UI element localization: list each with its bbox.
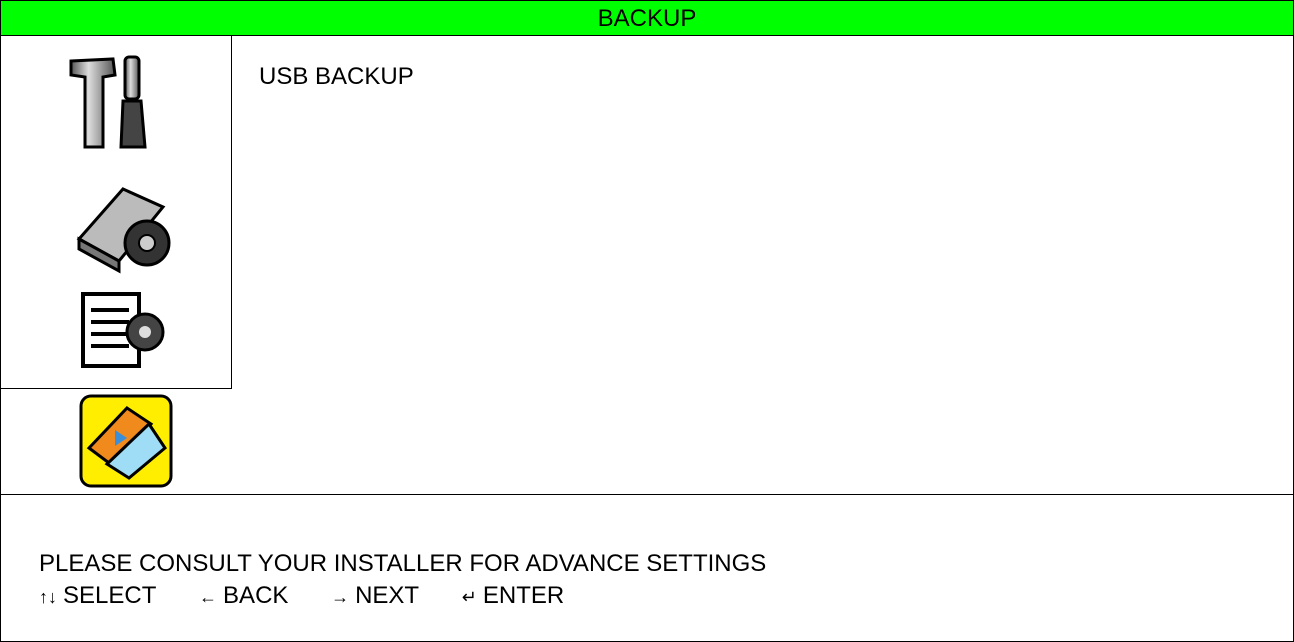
key-back: ← BACK (199, 581, 288, 612)
footer-hint: PLEASE CONSULT YOUR INSTALLER FOR ADVANC… (39, 550, 767, 577)
enter-icon: ↵ (461, 587, 477, 607)
backup-screen: BACKUP USB BACKUP PLEASE CONSULT YOUR IN… (0, 0, 1294, 642)
right-arrow-icon: → (331, 587, 350, 607)
sidebar-menu (1, 36, 232, 389)
left-arrow-icon: ← (199, 587, 218, 607)
key-next-label: NEXT (355, 582, 420, 609)
up-down-arrow-icon: ↑↓ (39, 587, 57, 607)
key-legend: ↑↓ SELECT ← BACK → NEXT ↵ ENTER (39, 581, 600, 612)
backup-icon[interactable] (79, 394, 173, 488)
tools-icon[interactable] (63, 55, 169, 155)
key-enter: ↵ ENTER (462, 581, 564, 612)
page-title: BACKUP (1, 1, 1293, 36)
menu-item-usb-backup[interactable]: USB BACKUP (259, 63, 414, 91)
document-settings-icon[interactable] (79, 290, 169, 370)
key-next: → NEXT (331, 581, 419, 612)
key-select-label: SELECT (63, 582, 157, 609)
hdd-settings-icon[interactable] (73, 181, 175, 276)
key-select: ↑↓ SELECT (39, 581, 156, 612)
divider (1, 494, 1293, 495)
key-back-label: BACK (223, 582, 289, 609)
key-enter-label: ENTER (482, 582, 565, 609)
